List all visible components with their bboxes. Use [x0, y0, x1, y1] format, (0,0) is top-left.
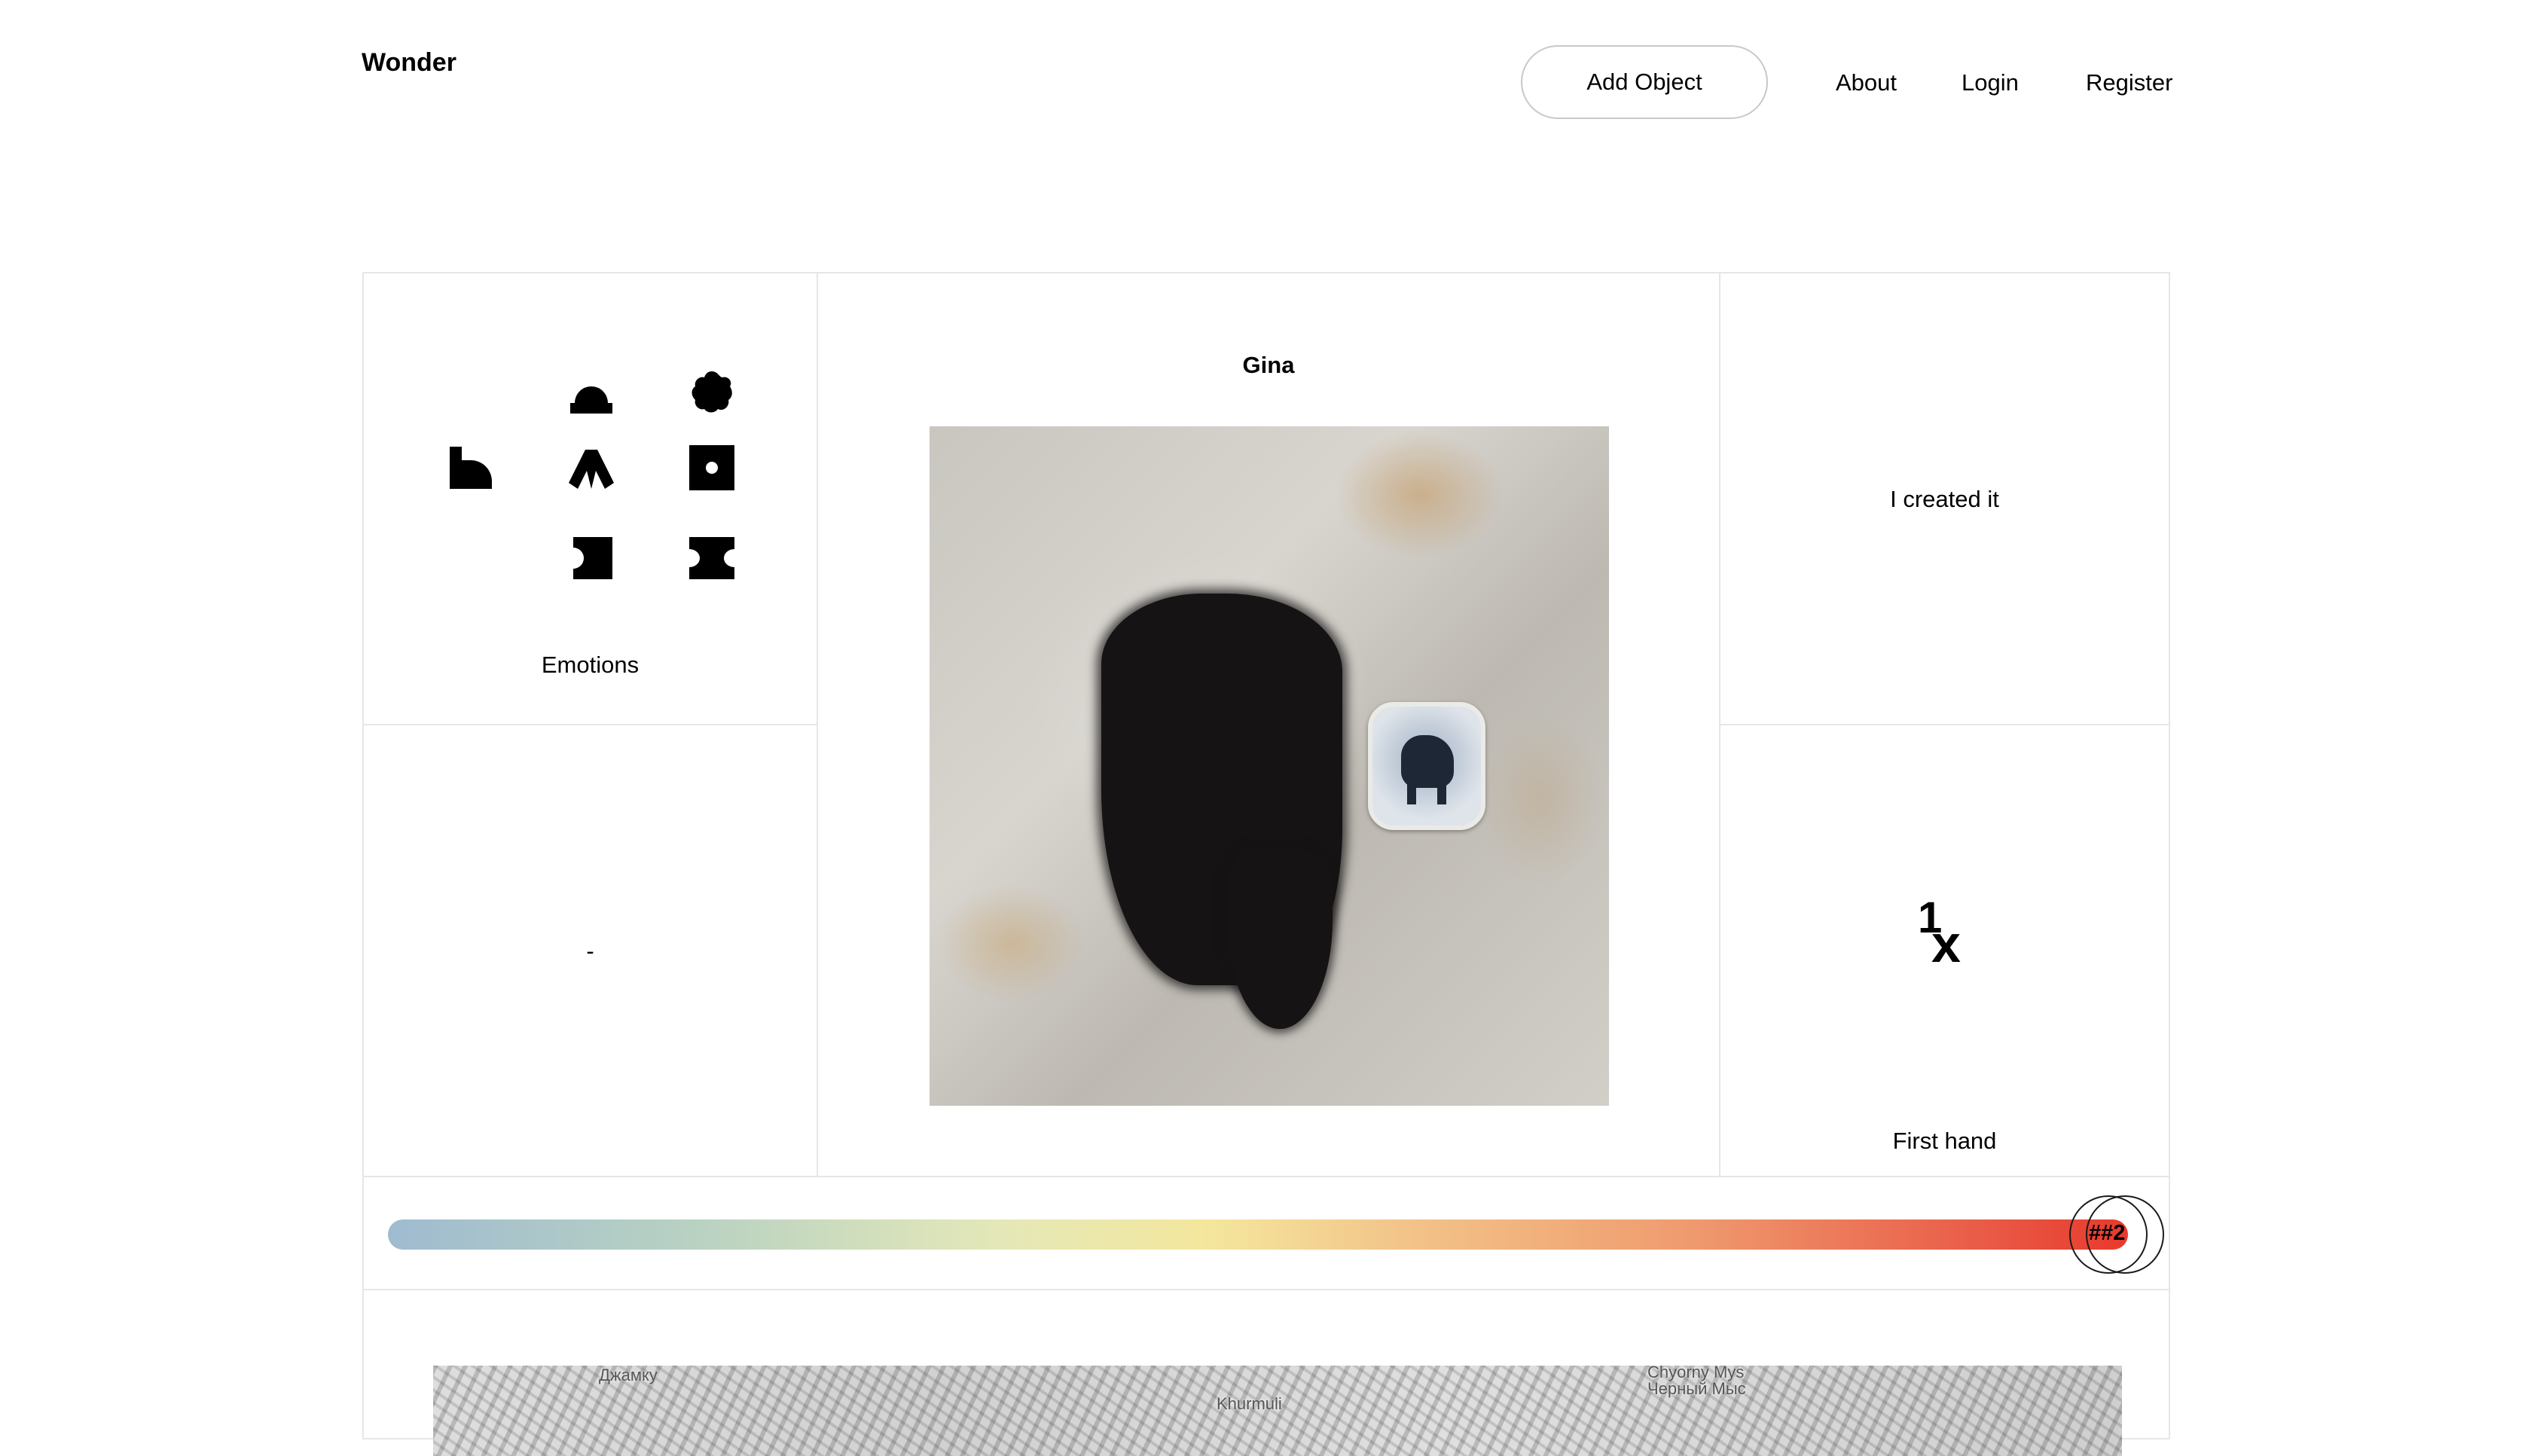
dog-leg — [1437, 779, 1446, 804]
count-suffix: x — [1931, 914, 1961, 973]
map-label: Джамку — [599, 1366, 658, 1384]
quarter-circle-step-icon — [450, 447, 492, 489]
puzzle-piece-icon — [573, 537, 612, 579]
nav-about-link[interactable]: About — [1836, 69, 1897, 96]
object-card: Gina — [817, 272, 1720, 1177]
dog-photo-badge — [1368, 702, 1485, 830]
gradient-slider-track[interactable] — [388, 1219, 2128, 1250]
site-logo[interactable]: Wonder — [362, 48, 456, 78]
flower-icon — [692, 371, 732, 413]
nav-login-link[interactable]: Login — [1962, 69, 2019, 96]
hair-tail-shape — [1227, 848, 1333, 1029]
gradient-slider-panel: ##2 — [362, 1176, 2170, 1290]
placeholder-value: - — [586, 938, 594, 964]
emotions-panel: Emotions — [362, 272, 818, 725]
nav-register-link[interactable]: Register — [2086, 69, 2172, 96]
add-object-label: Add Object — [1586, 69, 1702, 95]
map-label: Черный Мыс — [1647, 1379, 1746, 1398]
dome-icon — [570, 386, 612, 414]
origin-text: I created it — [1890, 486, 1999, 512]
add-object-button[interactable]: Add Object — [1521, 45, 1768, 119]
map-label: Khurmuli — [1217, 1394, 1282, 1413]
dog-leg — [1407, 779, 1416, 804]
object-photo[interactable] — [930, 426, 1609, 1106]
hourglass-block-icon — [689, 537, 734, 579]
terrain-map[interactable]: Джамку Khurmuli Chyorny Mys Черный Мыс — [433, 1363, 2122, 1456]
emotions-label: Emotions — [541, 652, 640, 678]
provenance-panel: 1 x First hand — [1719, 724, 2170, 1177]
object-title: Gina — [1242, 352, 1295, 378]
square-dot-icon — [689, 445, 734, 490]
origin-panel: I created it — [1719, 272, 2170, 725]
arch-icon — [569, 450, 614, 489]
map-panel: Джамку Khurmuli Chyorny Mys Черный Мыс — [362, 1289, 2170, 1456]
placeholder-panel: - — [362, 724, 818, 1177]
slider-marker-label: ##2 — [2089, 1221, 2126, 1245]
provenance-label: First hand — [1892, 1128, 1997, 1154]
